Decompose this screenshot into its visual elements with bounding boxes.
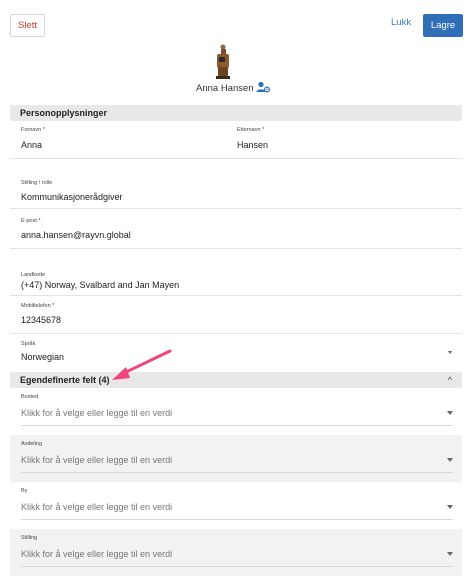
email-label: E-post * bbox=[21, 218, 41, 224]
divider bbox=[21, 566, 453, 567]
custom-field-label: By bbox=[21, 488, 28, 494]
language-select[interactable]: Norwegian bbox=[21, 352, 64, 362]
mobile-label: Mobiltelefon * bbox=[21, 303, 55, 309]
custom-field-select[interactable]: Klikk for å velge eller legge til en ver… bbox=[21, 502, 172, 512]
role-field[interactable]: Kommunikasjonerådgiver bbox=[21, 192, 123, 202]
divider bbox=[10, 333, 462, 334]
divider bbox=[10, 295, 462, 296]
divider bbox=[21, 425, 453, 426]
divider bbox=[10, 248, 462, 249]
chevron-down-icon[interactable] bbox=[447, 458, 453, 462]
avatar bbox=[216, 44, 230, 79]
close-button[interactable]: Lukk bbox=[391, 17, 411, 28]
email-field[interactable]: anna.hansen@rayvn.global bbox=[21, 230, 131, 240]
custom-field[interactable]: Bosted Klikk for å velge eller legge til… bbox=[10, 388, 462, 435]
chevron-down-icon[interactable] bbox=[447, 411, 453, 415]
divider bbox=[21, 519, 453, 520]
language-label: Språk bbox=[21, 341, 36, 347]
custom-field[interactable]: Stilling Klikk for å velge eller legge t… bbox=[10, 529, 462, 576]
custom-field-select[interactable]: Klikk for å velge eller legge til en ver… bbox=[21, 549, 172, 559]
divider bbox=[10, 208, 462, 209]
role-label: Stilling / rolle bbox=[21, 180, 53, 186]
last-name-label: Etternavn * bbox=[237, 127, 265, 133]
section-header-custom[interactable]: Egendefinerte felt (4) ^ bbox=[10, 372, 462, 388]
chevron-down-icon[interactable] bbox=[447, 552, 453, 556]
custom-field-label: Stilling bbox=[21, 535, 38, 541]
chevron-down-icon[interactable] bbox=[447, 505, 453, 509]
user-name: Anna Hansen bbox=[196, 83, 254, 94]
mobile-field[interactable]: 12345678 bbox=[21, 315, 61, 325]
section-title: Personopplysninger bbox=[20, 108, 108, 118]
delete-button[interactable]: Slett bbox=[10, 14, 45, 37]
custom-field[interactable]: By Klikk for å velge eller legge til en … bbox=[10, 482, 462, 529]
country-code-select[interactable]: (+47) Norway, Svalbard and Jan Mayen bbox=[21, 280, 179, 290]
section-header-personal: Personopplysninger bbox=[10, 105, 462, 121]
chevron-down-icon[interactable] bbox=[448, 351, 452, 354]
country-code-label: Landkode bbox=[21, 272, 46, 278]
first-name-label: Fornavn * bbox=[21, 127, 45, 133]
custom-field-label: Bosted bbox=[21, 394, 39, 400]
custom-field[interactable]: Avdeling Klikk for å velge eller legge t… bbox=[10, 435, 462, 482]
save-button[interactable]: Lagre bbox=[423, 14, 463, 37]
divider bbox=[10, 158, 462, 159]
custom-field-select[interactable]: Klikk for å velge eller legge til en ver… bbox=[21, 408, 172, 418]
divider bbox=[21, 472, 453, 473]
first-name-field[interactable]: Anna bbox=[21, 140, 42, 150]
section-title: Egendefinerte felt (4) bbox=[20, 375, 110, 385]
custom-field-label: Avdeling bbox=[21, 441, 42, 447]
custom-field-select[interactable]: Klikk for å velge eller legge til en ver… bbox=[21, 455, 172, 465]
user-settings-icon[interactable] bbox=[256, 81, 270, 93]
last-name-field[interactable]: Hansen bbox=[237, 140, 268, 150]
chevron-up-icon[interactable]: ^ bbox=[448, 372, 452, 388]
